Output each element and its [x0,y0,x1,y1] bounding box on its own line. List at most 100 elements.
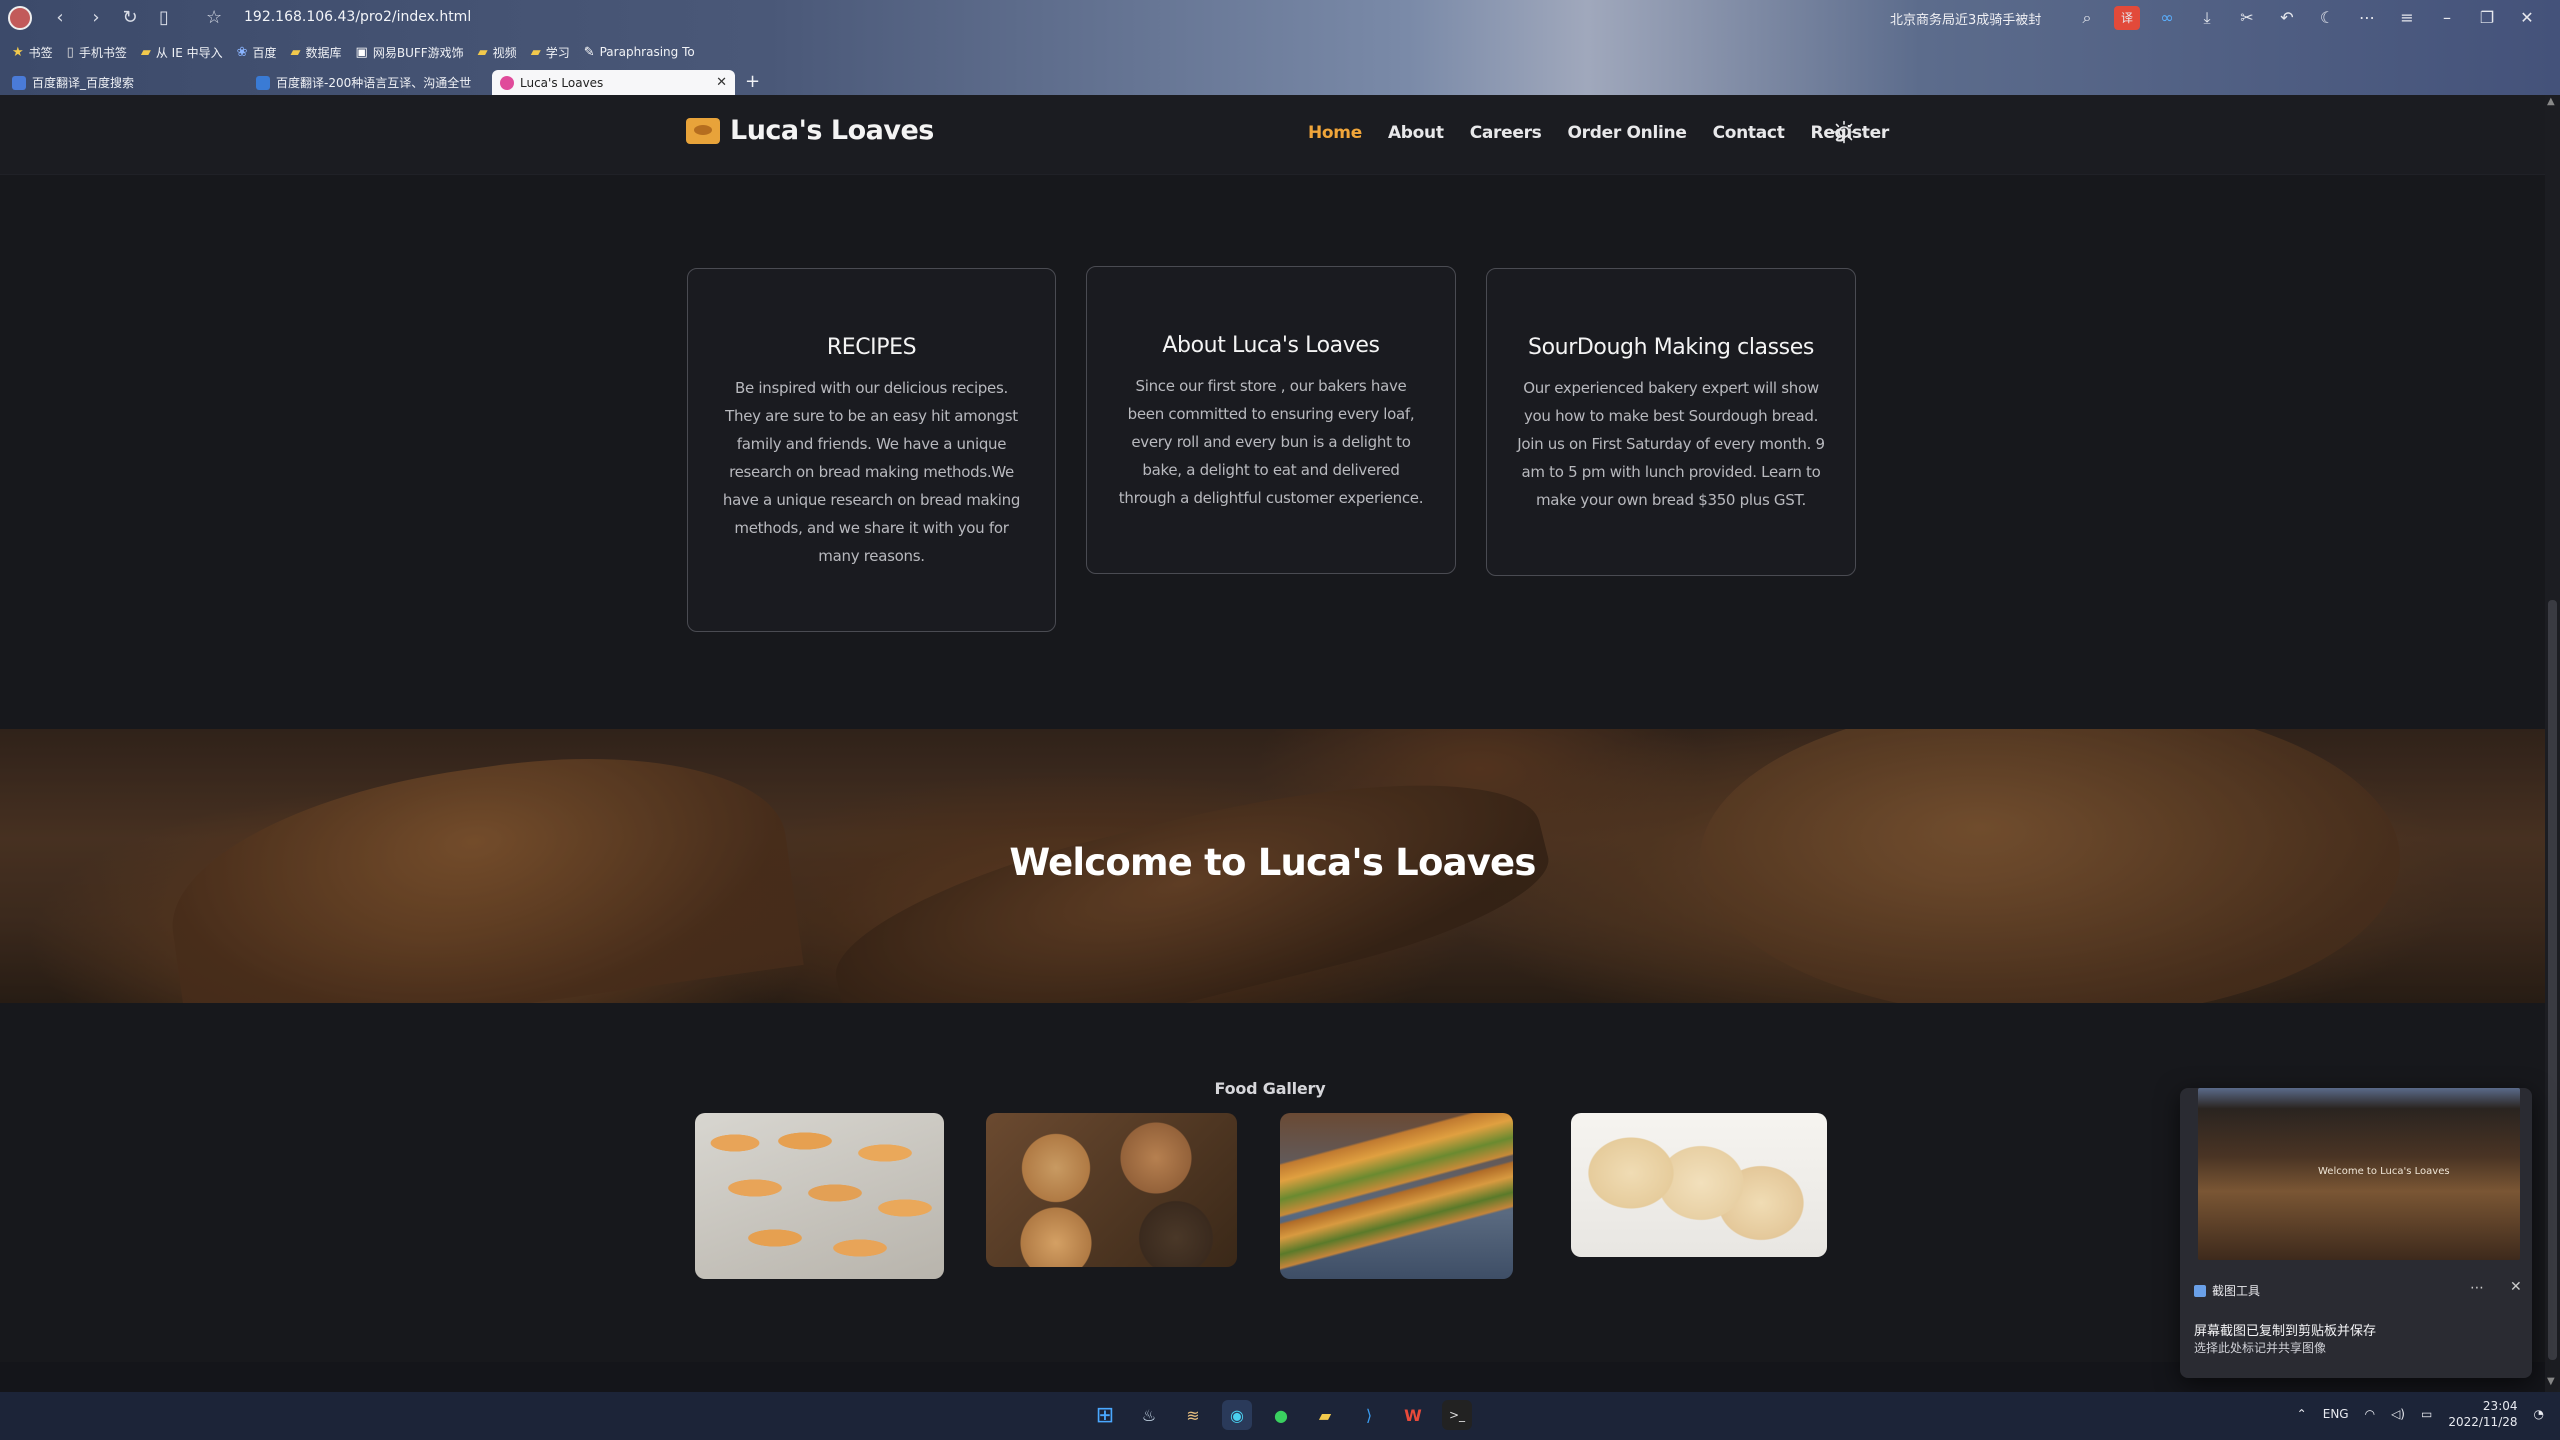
bookmarks-bar: ★ 书签 ▯ 手机书签 ▰ 从 IE 中导入 ❀ 百度 ▰ 数据库 ▣ 网易BUFF游戏饰 … [0,40,2560,64]
nav-about[interactable]: About [1388,123,1444,143]
close-window-icon[interactable]: ✕ [2514,6,2540,30]
bookmark-item[interactable]: ★ 书签 [12,44,53,61]
file-explorer-icon[interactable]: ▰ [1310,1400,1340,1430]
theme-toggle-sun-icon[interactable] [1832,120,1856,144]
wechat-icon[interactable]: ● [1266,1400,1296,1430]
card-title: SourDough Making classes [1528,335,1814,360]
forward-icon[interactable]: › [84,6,108,30]
bookmark-item[interactable]: ▯ 手机书签 [67,44,127,61]
gallery-image-flatbread[interactable] [1571,1113,1827,1257]
browser-icon[interactable]: ◉ [1222,1400,1252,1430]
bookmark-item[interactable]: ▰ 学习 [531,44,570,61]
tab-close-icon[interactable]: ✕ [716,75,727,90]
volume-icon[interactable]: ◁) [2391,1407,2405,1421]
terminal-icon[interactable]: >_ [1442,1400,1472,1430]
search-icon[interactable]: ⌕ [2074,6,2100,30]
clock-time: 23:04 [2482,1399,2518,1413]
star-icon: ★ [12,44,24,60]
gallery-image-buns[interactable] [986,1113,1237,1267]
news-ticker[interactable]: 北京商务局近3成骑手被封 [1890,9,2041,28]
folder-icon: ▰ [140,44,151,60]
phone-icon: ▯ [66,44,74,60]
menu-icon[interactable]: ≡ [2394,6,2420,30]
scroll-up-icon[interactable]: ▲ [2547,96,2555,107]
folder-icon: ▰ [477,44,488,60]
gallery-title: Food Gallery [1214,1079,1326,1098]
notification-more-icon[interactable]: ⋯ [2470,1280,2484,1296]
scrollbar-thumb[interactable] [2548,600,2557,1360]
start-icon[interactable]: ⊞ [1090,1400,1120,1430]
card-title: About Luca's Loaves [1162,333,1380,358]
nav-order-online[interactable]: Order Online [1567,123,1686,143]
bookmark-item[interactable]: ▣ 网易BUFF游戏饰 [356,44,464,61]
notification-close-icon[interactable]: ✕ [2510,1279,2522,1295]
card-text: Since our first store , our bakers have … [1118,377,1424,507]
minimize-icon[interactable]: – [2434,6,2460,30]
bookmark-item[interactable]: ✎ Paraphrasing To [584,45,695,60]
bookmark-item[interactable]: ▰ 从 IE 中导入 [141,44,223,61]
card-text: Be inspired with our delicious recipes. … [722,379,1021,565]
card-title: RECIPES [826,335,917,360]
brand-logo[interactable]: Luca's Loaves [686,115,934,146]
url-field[interactable]: 192.168.106.43/pro2/index.html [244,9,471,25]
new-tab-icon[interactable]: + [745,71,760,92]
baidu-favicon-icon [12,75,26,90]
nav-careers[interactable]: Careers [1470,123,1542,143]
tab-strip: 百度翻译_百度搜索 百度翻译-200种语言互译、沟通全世 Luca's Loav… [0,68,2560,95]
browser-chrome: ‹ › ↻ ▯ ☆ 192.168.106.43/pro2/index.html… [0,0,2560,95]
download-icon[interactable]: ⤓ [2194,6,2220,30]
profile-avatar[interactable] [8,6,32,30]
screenshot-thumbnail[interactable]: Welcome to Luca's Loaves [2198,1088,2520,1260]
scissors-icon[interactable]: ✂ [2234,6,2260,30]
more-icon[interactable]: ⋯ [2354,6,2380,30]
buff-icon: ▣ [355,44,368,60]
reload-icon[interactable]: ↻ [118,6,142,30]
night-mode-icon[interactable]: ☾ [2314,6,2340,30]
bookmark-item[interactable]: ▰ 数据库 [291,44,342,61]
nav-home[interactable]: Home [1308,123,1362,143]
bread-logo-icon [686,117,720,144]
hero-title: Welcome to Luca's Loaves [1009,841,1536,884]
undo-icon[interactable]: ↶ [2274,6,2300,30]
system-tray: ⌃ ENG ◠ ◁) ▭ 23:04 2022/11/28 ◔ [2297,1398,2544,1430]
about-card: About Luca's Loaves Since our first stor… [1086,266,1456,574]
card-text: Our experienced bakery expert will show … [1517,379,1825,509]
tab-baidu-translate[interactable]: 百度翻译-200种语言互译、沟通全世 [248,70,488,95]
baidu-icon: ❀ [236,44,248,60]
app-icon[interactable]: ≋ [1178,1400,1208,1430]
bookmark-item[interactable]: ▰ 视频 [478,44,517,61]
clock[interactable]: 23:04 2022/11/28 [2448,1398,2517,1430]
address-bar-row: ‹ › ↻ ▯ ☆ 192.168.106.43/pro2/index.html… [0,0,2560,36]
sidebar-icon[interactable]: ▯ [152,6,176,30]
restore-icon[interactable]: ❐ [2474,6,2500,30]
wps-icon[interactable]: W [1398,1400,1428,1430]
translate-icon[interactable]: 译 [2114,6,2140,30]
language-indicator[interactable]: ENG [2323,1407,2349,1421]
notification-app: 截图工具 [2194,1282,2260,1299]
pen-icon: ✎ [583,44,595,60]
gallery-image-rolls[interactable] [695,1113,944,1279]
scroll-down-icon[interactable]: ▼ [2547,1376,2555,1387]
battery-icon[interactable]: ▭ [2421,1407,2432,1421]
extension-icon[interactable]: ∞ [2154,6,2180,30]
snipping-tool-icon [2194,1284,2206,1297]
nav-contact[interactable]: Contact [1713,123,1785,143]
lucas-favicon-icon [500,75,514,90]
tab-lucas-loaves[interactable]: Luca's Loaves ✕ [492,70,735,95]
translate-favicon-icon [256,75,270,90]
back-icon[interactable]: ‹ [48,6,72,30]
wifi-icon[interactable]: ◠ [2365,1407,2375,1421]
page-footer [0,1362,2545,1392]
bookmark-item[interactable]: ❀ 百度 [237,44,277,61]
steam-icon[interactable]: ♨ [1134,1400,1164,1430]
clock-date: 2022/11/28 [2448,1415,2518,1429]
tray-overflow-icon[interactable]: ⌃ [2297,1407,2307,1421]
gallery-image-garlic-bread[interactable] [1280,1113,1513,1279]
notification-center-icon[interactable]: ◔ [2534,1407,2544,1421]
tab-baidu-search[interactable]: 百度翻译_百度搜索 [4,70,244,95]
site-header: Luca's Loaves Home About Careers Order O… [0,95,2545,175]
snipping-tool-notification[interactable]: Welcome to Luca's Loaves 截图工具 ⋯ ✕ 屏幕截图已复… [2180,1088,2532,1378]
sourdough-card: SourDough Making classes Our experienced… [1486,268,1856,576]
vscode-icon[interactable]: ⟩ [1354,1400,1384,1430]
bookmark-star-icon[interactable]: ☆ [206,7,222,28]
